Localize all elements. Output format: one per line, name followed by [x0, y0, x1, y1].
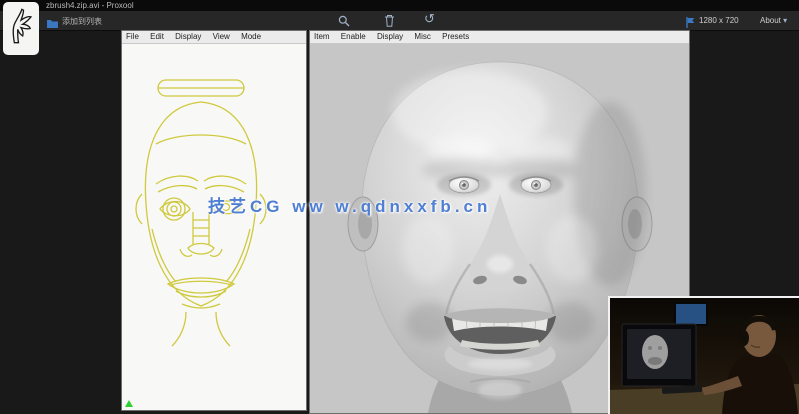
menu-item-edit[interactable]: Edit: [150, 32, 164, 41]
screen-recording-frame: zbrush4.zip.avi - Proxool 添加到列表 ↺ 1280 x…: [0, 0, 799, 414]
menu-item-view[interactable]: View: [213, 32, 230, 41]
right-panel-menubar: Item Enable Display Misc Presets: [310, 31, 689, 44]
curve-editor-panel: File Edit Display View Mode: [121, 30, 307, 411]
menu-item-file[interactable]: File: [126, 32, 139, 41]
menu-item-item[interactable]: Item: [314, 32, 330, 41]
folder-icon[interactable]: [47, 15, 58, 33]
status-marker-green: [125, 400, 133, 407]
left-panel-menubar: File Edit Display View Mode: [122, 31, 306, 44]
app-toolbar: 添加到列表 ↺ 1280 x 720 About ▾: [0, 11, 799, 31]
menu-item-enable[interactable]: Enable: [341, 32, 366, 41]
menu-item-display[interactable]: Display: [377, 32, 403, 41]
menu-item-presets[interactable]: Presets: [442, 32, 469, 41]
instructor-pip-video[interactable]: [608, 296, 799, 414]
watermark-text: 技艺CG ww w.qdnxxfb.cn: [208, 197, 492, 216]
channel-logo: [3, 2, 39, 55]
chevron-down-icon: ▾: [783, 16, 788, 25]
resolution-readout: 1280 x 720: [699, 16, 739, 25]
hand-logo-icon: [6, 3, 36, 54]
undo-icon[interactable]: ↺: [424, 12, 435, 25]
menu-item-mode[interactable]: Mode: [241, 32, 261, 41]
window-titlebar: zbrush4.zip.avi - Proxool: [0, 0, 799, 11]
face-curves-canvas[interactable]: [122, 44, 306, 409]
menu-item-display[interactable]: Display: [175, 32, 201, 41]
about-label: About: [760, 16, 781, 25]
playlist-label[interactable]: 添加到列表: [62, 16, 102, 27]
about-button[interactable]: About ▾: [760, 16, 787, 25]
window-title: zbrush4.zip.avi - Proxool: [46, 1, 134, 10]
pip-scene: [610, 298, 799, 414]
menu-item-misc[interactable]: Misc: [414, 32, 430, 41]
